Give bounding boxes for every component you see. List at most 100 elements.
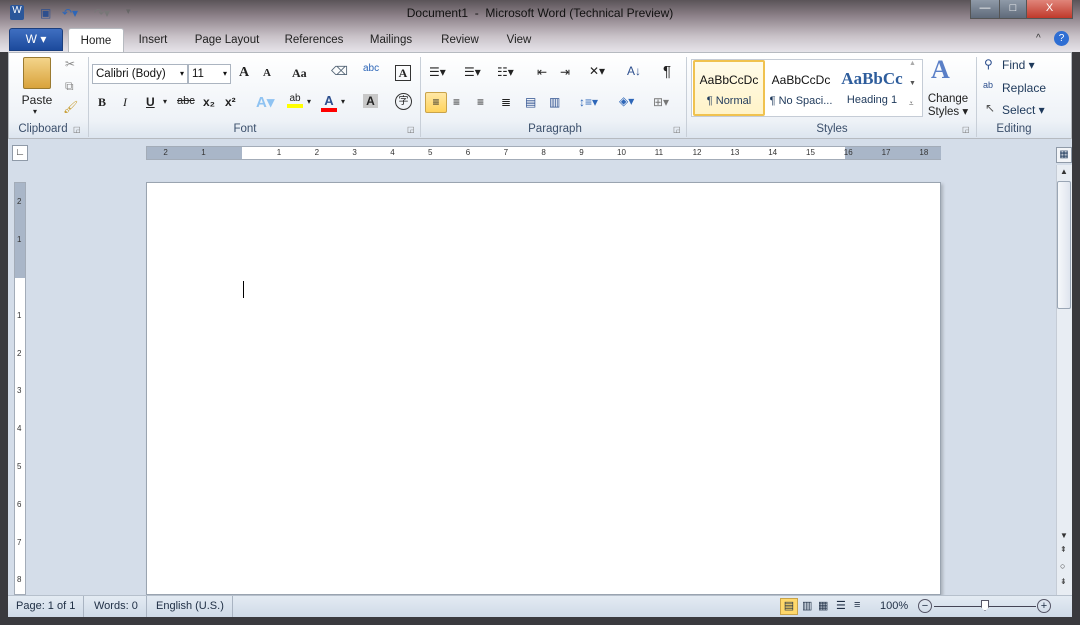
zoom-in-icon[interactable]: + xyxy=(1037,599,1051,613)
full-screen-reading-icon[interactable]: ▥ xyxy=(802,599,812,612)
clipboard-launcher-icon[interactable]: ◲ xyxy=(73,125,81,134)
save-icon[interactable]: ▣ xyxy=(40,6,51,20)
zoom-level[interactable]: 100% xyxy=(880,600,908,612)
outline-view-icon[interactable]: ☰ xyxy=(836,599,846,612)
underline-button[interactable]: U xyxy=(146,95,155,109)
shading-icon[interactable]: ◈▾ xyxy=(619,94,634,108)
maximize-button[interactable]: □ xyxy=(999,0,1027,19)
asian-layout-icon[interactable]: ✕▾ xyxy=(589,64,605,78)
highlight-icon[interactable]: ab xyxy=(287,93,303,108)
borders-icon[interactable]: ⊞▾ xyxy=(653,95,669,109)
scrollbar-thumb[interactable] xyxy=(1057,181,1071,309)
superscript-button[interactable]: x² xyxy=(225,95,236,109)
change-styles-icon[interactable]: A xyxy=(931,55,950,85)
web-layout-icon[interactable]: ▦ xyxy=(818,599,828,612)
numbering-icon[interactable]: ☰▾ xyxy=(464,65,481,79)
cut-icon[interactable]: ✂ xyxy=(65,57,75,71)
increase-indent-icon[interactable]: ⇥ xyxy=(560,65,570,79)
scroll-down-icon[interactable]: ▼ xyxy=(1060,531,1068,540)
tab-page-layout[interactable]: Page Layout xyxy=(190,28,264,52)
paste-icon[interactable] xyxy=(23,57,51,89)
select-browse-object-icon[interactable]: ○ xyxy=(1060,561,1065,571)
paragraph-launcher-icon[interactable]: ◲ xyxy=(673,125,681,134)
style-heading-1[interactable]: AaBbCc Heading 1 xyxy=(837,60,907,116)
align-right-button[interactable]: ≡ xyxy=(477,95,484,109)
copy-icon[interactable]: ⧉ xyxy=(65,79,74,94)
show-hide-button[interactable]: ¶ xyxy=(663,63,671,80)
justify-button[interactable]: ≣ xyxy=(501,95,511,109)
strikethrough-button[interactable]: abc xyxy=(177,95,195,107)
paste-dropdown-icon[interactable]: ▾ xyxy=(33,107,37,116)
tab-home[interactable]: Home xyxy=(68,28,124,52)
styles-scroll-down-icon[interactable]: ▼ xyxy=(909,80,916,87)
word-count[interactable]: Words: 0 xyxy=(86,596,147,617)
change-styles-button[interactable]: Change Styles ▾ xyxy=(923,93,973,119)
scroll-up-icon[interactable]: ▲ xyxy=(1060,167,1068,176)
character-border-icon[interactable]: A xyxy=(395,65,411,81)
font-launcher-icon[interactable]: ◲ xyxy=(407,125,415,134)
line-spacing-icon[interactable]: ↕≡▾ xyxy=(579,95,598,109)
clear-formatting-icon[interactable]: ⌫ xyxy=(331,64,348,78)
style-no-spacing[interactable]: AaBbCcDc ¶ No Spaci... xyxy=(765,60,837,116)
grow-font-button[interactable]: A xyxy=(239,65,249,81)
format-painter-icon[interactable]: 🖌 xyxy=(63,100,78,114)
font-size-combo[interactable]: 11 ▾ xyxy=(188,64,231,84)
zoom-slider-thumb[interactable] xyxy=(981,600,989,611)
tab-insert[interactable]: Insert xyxy=(130,28,176,52)
replace-button[interactable]: Replace xyxy=(1002,81,1046,95)
align-center-button[interactable]: ≡ xyxy=(453,95,460,109)
tab-mailings[interactable]: Mailings xyxy=(362,28,420,52)
view-ruler-icon[interactable]: ▦ xyxy=(1056,147,1072,163)
character-shading-button[interactable]: A xyxy=(363,94,378,108)
paste-button[interactable]: Paste xyxy=(21,93,53,107)
undo-icon[interactable]: ↶▾ xyxy=(62,6,78,20)
help-icon[interactable]: ? xyxy=(1054,31,1069,46)
select-button[interactable]: Select ▾ xyxy=(1002,103,1045,117)
close-button[interactable]: X xyxy=(1026,0,1073,19)
font-name-combo[interactable]: Calibri (Body) ▾ xyxy=(92,64,188,84)
styles-more-icon[interactable]: ⩡ xyxy=(909,99,914,109)
text-effects-icon[interactable]: A▾ xyxy=(256,93,274,111)
tab-selector-icon[interactable]: ∟ xyxy=(12,145,28,161)
align-left-button[interactable]: ≡ xyxy=(425,92,447,113)
word-app-icon[interactable]: W xyxy=(10,5,24,20)
document-page[interactable] xyxy=(146,182,941,595)
print-layout-view-icon[interactable]: ▤ xyxy=(780,598,798,615)
subscript-button[interactable]: x₂ xyxy=(203,95,215,109)
tab-review[interactable]: Review xyxy=(434,28,486,52)
minimize-button[interactable]: — xyxy=(970,0,1000,19)
phonetic-guide-icon[interactable]: abc xyxy=(363,63,379,74)
styles-scroll-up-icon[interactable]: ▲ xyxy=(909,60,916,67)
zoom-out-icon[interactable]: − xyxy=(918,599,932,613)
next-page-icon[interactable]: ⇟ xyxy=(1060,577,1067,586)
horizontal-ruler[interactable]: 2 1 1 2 3 4 5 6 7 8 9 10 11 12 13 14 15 16 17 18 xyxy=(146,146,941,160)
enclose-characters-button[interactable]: 字 xyxy=(395,93,412,110)
sort-icon[interactable]: A↓ xyxy=(627,64,641,78)
tab-view[interactable]: View xyxy=(500,28,538,52)
underline-dropdown-icon[interactable]: ▾ xyxy=(163,97,167,106)
file-tab[interactable]: W ▾ xyxy=(9,28,63,51)
replace-icon[interactable]: ab xyxy=(983,80,993,90)
font-color-dropdown-icon[interactable]: ▾ xyxy=(341,97,345,106)
draft-view-icon[interactable]: ≡ xyxy=(854,599,860,611)
tab-references[interactable]: References xyxy=(280,28,348,52)
find-icon[interactable]: ⚲ xyxy=(984,57,993,71)
italic-button[interactable]: I xyxy=(123,95,127,110)
bold-button[interactable]: B xyxy=(98,95,106,110)
select-icon[interactable]: ↖ xyxy=(985,101,995,115)
customize-qat-icon[interactable]: ▾ xyxy=(126,6,131,17)
change-case-button[interactable]: Aa xyxy=(292,66,307,81)
style-normal[interactable]: AaBbCcDc ¶ Normal xyxy=(693,60,765,116)
highlight-dropdown-icon[interactable]: ▾ xyxy=(307,97,311,106)
vertical-ruler[interactable]: 2 1 1 2 3 4 5 6 7 8 xyxy=(14,182,26,595)
find-button[interactable]: Find ▾ xyxy=(1002,58,1035,72)
font-color-button[interactable]: A xyxy=(321,93,337,112)
minimize-ribbon-icon[interactable]: ^ xyxy=(1036,33,1041,44)
multilevel-list-icon[interactable]: ☷▾ xyxy=(497,65,514,79)
styles-launcher-icon[interactable]: ◲ xyxy=(962,125,970,134)
redo-icon[interactable]: ↷▾ xyxy=(94,6,110,20)
columns-layout-button[interactable]: ▥ xyxy=(549,95,560,109)
page-count[interactable]: Page: 1 of 1 xyxy=(8,596,85,617)
previous-page-icon[interactable]: ⇞ xyxy=(1060,545,1067,554)
decrease-indent-icon[interactable]: ⇤ xyxy=(537,65,547,79)
